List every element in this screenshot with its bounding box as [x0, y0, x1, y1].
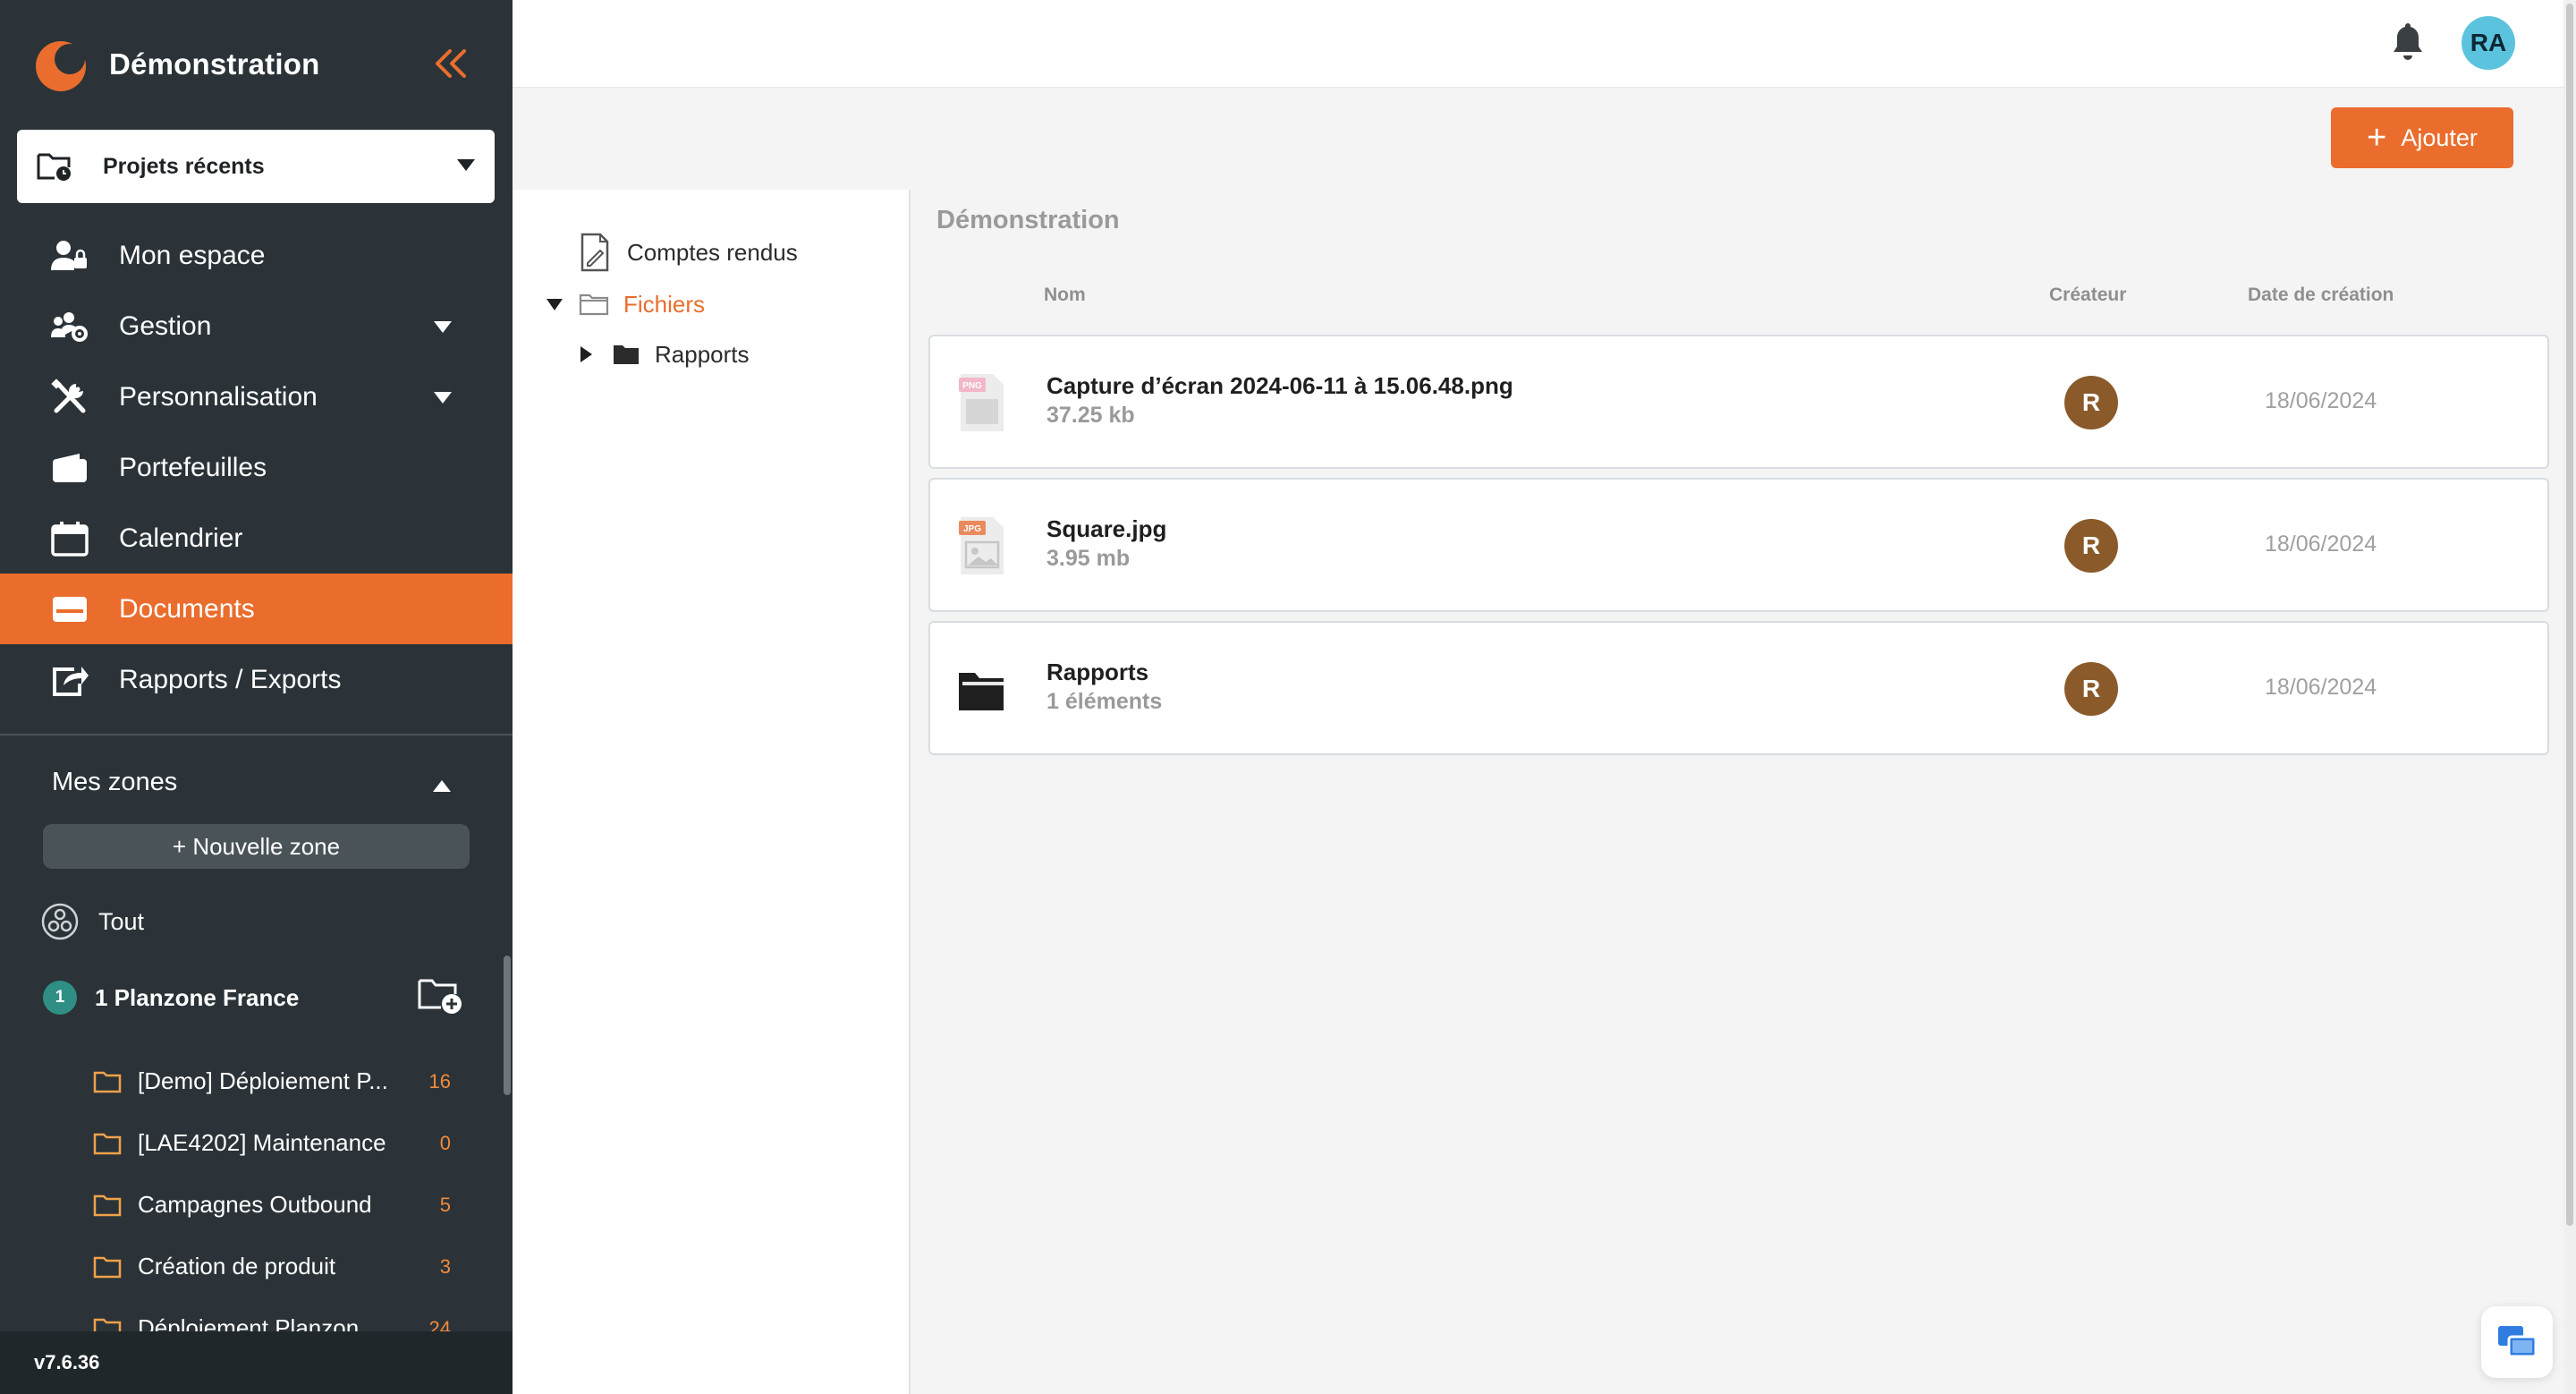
file-row[interactable]: JPG Square.jpg 3.95 mb R 18/06/2024 — [928, 478, 2549, 612]
circles-icon — [41, 903, 79, 940]
creator-avatar: R — [2064, 662, 2118, 716]
tree-item-fichiers[interactable]: Fichiers — [547, 285, 705, 324]
tree-item-rapports[interactable]: Rapports — [580, 335, 750, 374]
nav-item-calendrier[interactable]: Calendrier — [0, 503, 513, 574]
caret-down-icon — [434, 392, 452, 404]
folder-item-count: 1 éléments — [1046, 689, 1163, 714]
main-nav: Mon espace Gestion Personnalisation Port… — [0, 220, 513, 715]
brand: Démonstration — [34, 34, 481, 95]
tree-item-comptes-rendus[interactable]: Comptes rendus — [579, 233, 798, 272]
calendar-icon — [48, 517, 91, 560]
creation-date: 18/06/2024 — [2265, 388, 2377, 413]
expand-right-icon[interactable] — [580, 346, 592, 362]
column-header-date[interactable]: Date de création — [2248, 285, 2394, 306]
file-name: Square.jpg — [1046, 515, 1167, 542]
folder-outline-icon — [93, 1133, 122, 1154]
folder-open-icon — [959, 673, 1004, 710]
user-lock-icon — [48, 234, 91, 277]
user-avatar[interactable]: RA — [2462, 16, 2515, 70]
page-scrollbar[interactable] — [2566, 4, 2573, 1226]
sidebar-scrollbar[interactable] — [504, 956, 511, 1095]
sidebar: Démonstration Projets récents Mon espace — [0, 0, 513, 1394]
project-count: 16 — [428, 1069, 451, 1092]
support-chat-button[interactable] — [2481, 1306, 2553, 1378]
expand-down-icon[interactable] — [547, 298, 563, 310]
app-version: v7.6.36 — [0, 1331, 513, 1394]
file-row[interactable]: PNG Capture d’écran 2024-06-11 à 15.06.4… — [928, 335, 2549, 469]
folder-plus-icon — [418, 979, 462, 1014]
project-item[interactable]: [Demo] Déploiement P... 16 — [93, 1050, 451, 1112]
jpg-file-icon: JPG — [959, 517, 1004, 574]
add-button[interactable]: + Ajouter — [2331, 107, 2513, 168]
breadcrumb: Démonstration — [936, 206, 1120, 234]
top-bar — [513, 0, 2570, 88]
nav-item-rapports-exports[interactable]: Rapports / Exports — [0, 644, 513, 715]
creation-date: 18/06/2024 — [2265, 531, 2377, 557]
creator-avatar: R — [2064, 519, 2118, 573]
tools-icon — [48, 376, 91, 419]
file-size: 37.25 kb — [1046, 403, 1135, 428]
creation-date: 18/06/2024 — [2265, 675, 2377, 700]
project-count: 0 — [439, 1131, 451, 1154]
nav-item-documents[interactable]: Documents — [0, 574, 513, 644]
recent-projects-label: Projets récents — [103, 153, 265, 179]
folder-icon — [614, 345, 639, 364]
caret-down-icon — [434, 321, 452, 333]
project-item[interactable]: [LAE4202] Maintenance 0 — [93, 1112, 451, 1174]
collapse-sidebar-button[interactable] — [429, 41, 474, 86]
plus-icon: + — [2367, 119, 2387, 157]
export-icon — [48, 659, 91, 701]
folder-row[interactable]: Rapports 1 éléments R 18/06/2024 — [928, 621, 2549, 755]
creator-avatar: R — [2064, 376, 2118, 429]
chat-windows-icon — [2498, 1326, 2538, 1358]
project-item[interactable]: Campagnes Outbound 5 — [93, 1174, 451, 1236]
bell-icon — [2394, 23, 2422, 60]
wallet-icon — [48, 446, 91, 489]
project-count: 3 — [439, 1254, 451, 1278]
caret-up-icon[interactable] — [433, 780, 451, 792]
zone-item-planzone-france[interactable]: 1 1 Planzone France — [43, 979, 472, 1016]
users-gear-icon — [48, 305, 91, 348]
zone-projects-list: [Demo] Déploiement P... 16 [LAE4202] Mai… — [93, 1050, 451, 1359]
file-size: 3.95 mb — [1046, 546, 1131, 571]
app-logo-icon — [34, 36, 91, 93]
nav-item-portefeuilles[interactable]: Portefeuilles — [0, 432, 513, 503]
caret-down-icon — [457, 159, 475, 171]
zones-header: Mes zones — [52, 768, 178, 796]
inbox-icon — [48, 588, 91, 631]
nav-item-personnalisation[interactable]: Personnalisation — [0, 361, 513, 432]
double-chevron-left-icon — [436, 49, 466, 78]
folder-name: Rapports — [1046, 659, 1149, 685]
folder-outline-icon — [93, 1194, 122, 1216]
svg-text:PNG: PNG — [962, 381, 982, 391]
new-zone-button[interactable]: + Nouvelle zone — [43, 824, 470, 869]
png-file-icon: PNG — [959, 374, 1004, 431]
svg-text:JPG: JPG — [963, 524, 981, 534]
column-header-name[interactable]: Nom — [1044, 285, 1086, 306]
file-name: Capture d’écran 2024-06-11 à 15.06.48.pn… — [1046, 372, 1513, 399]
app-title: Démonstration — [109, 47, 320, 81]
project-item[interactable]: Création de produit 3 — [93, 1236, 451, 1297]
nav-item-gestion[interactable]: Gestion — [0, 291, 513, 361]
notifications-button[interactable] — [2388, 20, 2428, 63]
project-count: 5 — [439, 1193, 451, 1216]
document-signed-icon — [580, 233, 609, 272]
folder-tree: Comptes rendus Fichiers Rapports — [513, 190, 911, 1394]
folder-outline-icon — [93, 1256, 122, 1278]
column-header-creator[interactable]: Créateur — [2049, 285, 2126, 306]
add-folder-button[interactable] — [417, 975, 465, 1016]
zone-all-item[interactable]: Tout — [41, 902, 144, 941]
sidebar-divider — [0, 734, 513, 735]
folder-outline-icon — [93, 1071, 122, 1092]
recent-projects-dropdown[interactable]: Projets récents — [17, 130, 495, 203]
add-button-label: Ajouter — [2401, 123, 2478, 151]
zone-badge: 1 — [43, 981, 77, 1015]
folder-outline-icon — [579, 293, 609, 316]
nav-item-mon-espace[interactable]: Mon espace — [0, 220, 513, 291]
folder-clock-icon — [37, 153, 71, 181]
